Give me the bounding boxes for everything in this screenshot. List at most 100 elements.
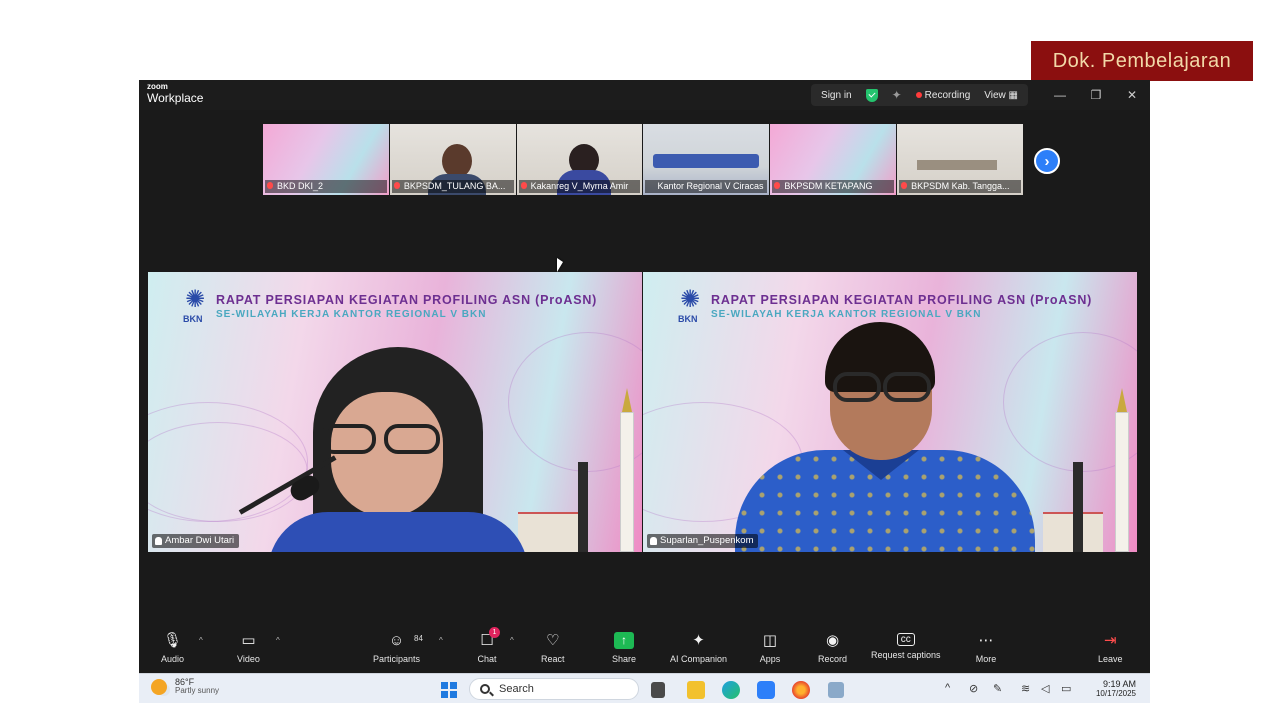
snipping-tool-icon[interactable]	[828, 682, 844, 698]
participant-name: Ambar Dwi Utari	[165, 535, 235, 546]
windows-start-icon[interactable]	[441, 682, 457, 698]
record-button[interactable]: ◉ Record	[818, 630, 847, 670]
restore-icon[interactable]: ❐	[1078, 80, 1114, 110]
tower-graphic	[1073, 462, 1083, 552]
next-page-arrow-icon[interactable]: ›	[1034, 148, 1060, 174]
firefox-icon[interactable]	[792, 681, 810, 699]
participant-name-tag: Ambar Dwi Utari	[152, 534, 240, 548]
tray-overflow-caret-icon[interactable]: ^	[945, 682, 950, 694]
participant-glasses	[833, 372, 881, 402]
mic-icon	[650, 537, 657, 545]
logo-workplace-text: Workplace	[147, 91, 204, 105]
minimize-icon[interactable]: —	[1042, 80, 1078, 110]
participant-name: Suparlan_Puspenkom	[660, 535, 754, 546]
search-icon	[480, 684, 490, 694]
video-tile-ambar[interactable]: ✺ BKN RAPAT PERSIAPAN KEGIATAN PROFILING…	[148, 272, 642, 552]
zoom-app-icon[interactable]	[757, 681, 775, 699]
mic-icon	[155, 537, 162, 545]
captions-cc-icon: cc	[896, 633, 915, 646]
more-button[interactable]: ⋯ More	[975, 630, 997, 670]
monas-monument-graphic	[1115, 412, 1129, 552]
participant-thumbnail-strip: BKD DKI_2 BKPSDM_TULANG BA... Kakanreg V…	[263, 124, 1024, 195]
participant-thumbnail[interactable]: BKPSDM_TULANG BA...	[389, 124, 516, 195]
close-icon[interactable]: ✕	[1114, 80, 1150, 110]
file-explorer-icon[interactable]	[687, 681, 705, 699]
monas-monument-graphic	[620, 412, 634, 552]
volume-icon[interactable]: ◁	[1041, 682, 1049, 695]
muted-mic-icon	[901, 182, 908, 189]
sign-in-link[interactable]: Sign in	[821, 90, 852, 101]
video-tile-suparlan[interactable]: ✺ BKN RAPAT PERSIAPAN KEGIATAN PROFILING…	[643, 272, 1137, 552]
bkn-logo-text: BKN	[678, 314, 698, 324]
share-label: Share	[612, 654, 637, 664]
participants-icon: ☺	[388, 631, 405, 649]
participant-thumbnail[interactable]: BKPSDM Kab. Tangga...	[897, 124, 1023, 195]
taskbar-clock[interactable]: 9:19 AM 10/17/2025	[1096, 679, 1136, 699]
thumbnail-name: BKPSDM_TULANG BA...	[391, 180, 514, 193]
participant-glasses	[384, 424, 440, 454]
ai-sparkle-icon[interactable]: ✦	[892, 88, 902, 102]
monument-flame-graphic	[622, 388, 632, 412]
leave-label: Leave	[1098, 654, 1123, 664]
chat-button[interactable]: ☐ 1 Chat	[476, 627, 500, 670]
title-bar: zoom Workplace Sign in ✦ Recording View …	[139, 80, 1150, 110]
zoom-logo: zoom Workplace	[147, 83, 204, 105]
thumbnail-name: BKPSDM Kab. Tangga...	[899, 180, 1021, 193]
screen: Dok. Pembelajaran zoom Workplace Sign in…	[0, 0, 1280, 720]
weather-widget[interactable]: 86°F Partly sunny	[151, 677, 220, 696]
pen-icon[interactable]: ✎	[993, 682, 1002, 695]
recording-label: Recording	[924, 89, 971, 101]
tower-graphic	[578, 462, 588, 552]
grid-view-icon: ▦	[1008, 89, 1018, 101]
encryption-shield-icon[interactable]	[865, 88, 878, 102]
request-captions-button[interactable]: cc Request captions	[871, 630, 941, 670]
partly-sunny-icon	[151, 678, 167, 695]
apps-label: Apps	[759, 654, 781, 664]
task-view-icon[interactable]	[651, 682, 665, 698]
participant-glasses	[320, 424, 376, 454]
participant-thumbnail[interactable]: BKPSDM KETAPANG	[770, 124, 897, 195]
audio-button[interactable]: 🎙 Audio	[161, 630, 184, 670]
leave-button[interactable]: ⇥ Leave	[1098, 630, 1123, 670]
participants-options-caret-icon[interactable]: ^	[439, 636, 443, 645]
video-button[interactable]: ▭ Video	[237, 630, 260, 670]
weather-text: 86°F Partly sunny	[175, 677, 220, 696]
title-bar-controls: Sign in ✦ Recording View ▦ — ❐ ✕	[811, 80, 1150, 110]
audio-options-caret-icon[interactable]: ^	[199, 636, 203, 645]
bkn-logo-text: BKN	[183, 314, 203, 324]
battery-icon[interactable]: ▭	[1061, 682, 1071, 695]
view-label: View	[984, 89, 1006, 101]
edge-browser-icon[interactable]	[722, 681, 740, 699]
muted-microphone-icon: 🎙	[162, 632, 183, 649]
request-captions-label: Request captions	[871, 650, 941, 660]
participant-thumbnail[interactable]: Kakanreg V_Myrna Amir	[516, 124, 643, 195]
zoom-window: zoom Workplace Sign in ✦ Recording View …	[139, 80, 1150, 703]
participant-name-tag: Suparlan_Puspenkom	[647, 534, 759, 548]
banner-title: RAPAT PERSIAPAN KEGIATAN PROFILING ASN (…	[711, 293, 1093, 307]
participants-button[interactable]: ☺ 84 Participants	[373, 630, 423, 670]
windows-taskbar: 86°F Partly sunny Search ^ ⊘ ✎ ≋ ◁ ▭ 9:1…	[139, 673, 1150, 703]
share-button[interactable]: ↑ Share	[612, 630, 636, 670]
view-button[interactable]: View ▦	[984, 90, 1018, 101]
recording-indicator[interactable]: Recording	[915, 89, 971, 101]
bkn-emblem-icon: ✺	[184, 286, 206, 313]
participant-thumbnail[interactable]: Kantor Regional V Ciracas	[643, 124, 770, 195]
wifi-icon[interactable]: ≋	[1021, 682, 1030, 695]
participant-thumbnail[interactable]: BKD DKI_2	[263, 124, 389, 195]
participants-label: Participants	[373, 654, 421, 664]
monument-flame-graphic	[1117, 388, 1127, 412]
weather-condition: Partly sunny	[175, 686, 220, 696]
chat-options-caret-icon[interactable]: ^	[510, 636, 514, 645]
ai-companion-label: AI Companion	[670, 654, 728, 664]
participant-shirt	[268, 512, 528, 552]
meeting-toolbar: 🎙 Audio ^ ▭ Video ^ ☺ 84 Participants ^ …	[139, 626, 1150, 673]
taskbar-search-box[interactable]: Search	[469, 678, 639, 700]
apps-button[interactable]: ◫ Apps	[759, 630, 781, 670]
react-button[interactable]: ♡ React	[541, 630, 565, 670]
thumbnail-name: Kantor Regional V Ciracas	[645, 180, 768, 193]
leave-door-icon: ⇥	[1103, 632, 1117, 649]
video-options-caret-icon[interactable]: ^	[276, 636, 280, 645]
location-icon[interactable]: ⊘	[969, 682, 978, 695]
bkn-emblem-icon: ✺	[679, 286, 701, 313]
ai-companion-button[interactable]: ✦ AI Companion	[670, 630, 727, 670]
